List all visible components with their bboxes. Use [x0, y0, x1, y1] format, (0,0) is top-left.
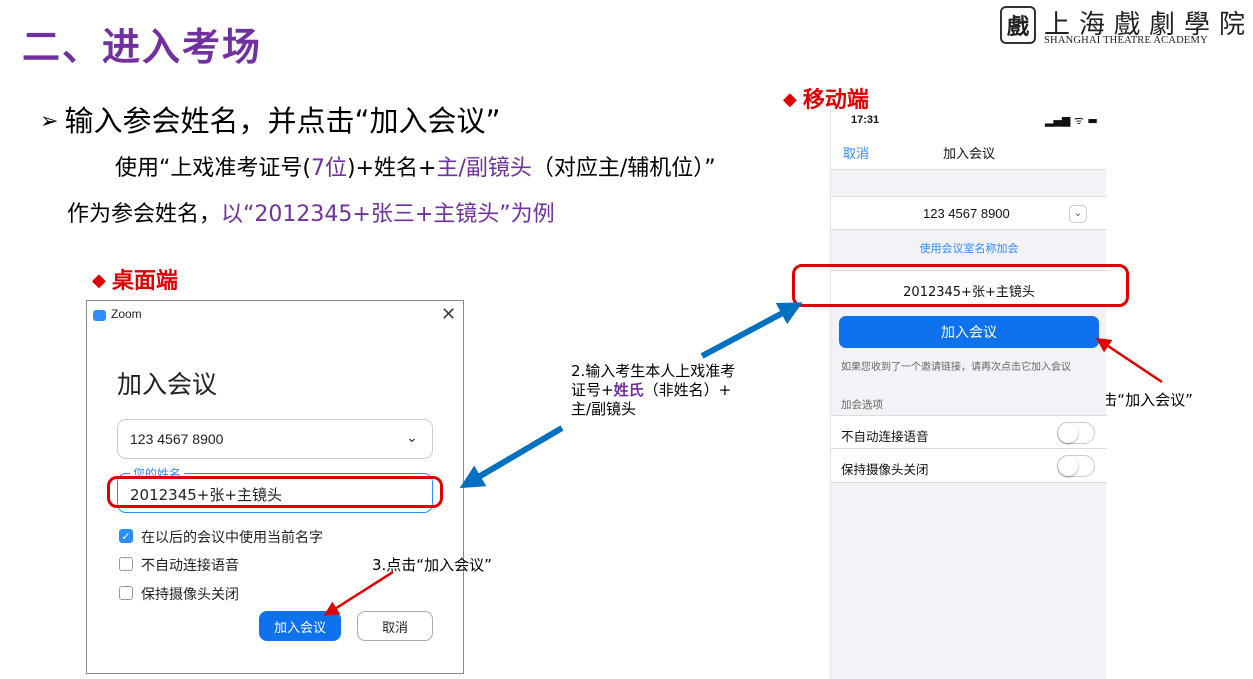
invite-hint: 如果您收到了一个邀请链接，请再次点击它加入会议 [841, 362, 1071, 373]
naming-rule-line1: 使用“上戏准考证号(7位)+姓名+主/副镜头（对应主/辅机位）” [115, 150, 716, 182]
toggle-knob [1058, 456, 1078, 476]
rule-mid: )+姓名+ [346, 156, 437, 181]
desktop-name-highlight [107, 476, 443, 508]
status-time: 17:31 [851, 114, 880, 126]
join-heading: 加入会议 [117, 370, 218, 399]
meeting-id-value: 123 4567 8900 [130, 431, 224, 447]
meeting-id-dropdown[interactable]: 123 4567 8900 ⌄ [117, 419, 433, 459]
step3-desktop-annotation: 3.点击“加入会议” [372, 556, 492, 574]
rule-role: 主/副镜头 [436, 156, 532, 181]
step2-line2b: （非姓名）+ [643, 381, 732, 399]
desktop-label: ◆ 桌面端 [92, 263, 178, 295]
join-button[interactable]: 加入会议 [839, 316, 1099, 348]
option-camera-off: 保持摄像头关闭 [831, 449, 1107, 483]
diamond-icon: ◆ [783, 89, 797, 110]
signal-wifi-battery-icon: ▂▄▆ ᯤ ▬ [1045, 114, 1098, 127]
red-arrow-mobile [1095, 337, 1163, 384]
meeting-id-field[interactable]: 123 4567 8900 ⌄ [831, 196, 1107, 230]
join-button[interactable]: 加入会议 [259, 611, 341, 641]
step2-line1: 2.输入考生本人上戏准考 [571, 362, 736, 380]
close-icon[interactable]: ✕ [441, 304, 456, 325]
logo-name-en: SHANGHAI THEATRE ACADEMY [1044, 35, 1208, 46]
chevron-down-icon[interactable]: ⌄ [406, 430, 418, 446]
mobile-name-highlight [792, 264, 1129, 307]
window-titlebar: Zoom ✕ [87, 301, 463, 329]
nav-title: 加入会议 [943, 147, 996, 162]
step2-annotation: 2.输入考生本人上戏准考 证号+姓氏（非姓名）+ 主/副镜头 [571, 362, 735, 419]
blue-arrow-to-mobile [700, 302, 803, 359]
toggle-knob [1058, 423, 1078, 443]
zoom-logo-icon [93, 310, 106, 321]
option-label: 保持摄像头关闭 [841, 462, 929, 477]
toggle-switch[interactable] [1057, 455, 1095, 477]
option-label: 不自动连接语音 [841, 429, 929, 444]
desktop-label-text: 桌面端 [111, 269, 178, 294]
rule-suffix: （对应主/辅机位）” [531, 156, 716, 181]
options-header: 加会选项 [841, 399, 883, 411]
rule2-example: 以“2012345+张三+主镜头”为例 [221, 202, 555, 227]
rule2-prefix: 作为参会姓名， [67, 202, 222, 227]
option-label: 在以后的会议中使用当前名字 [141, 530, 323, 546]
diamond-icon: ◆ [92, 270, 106, 291]
cancel-link[interactable]: 取消 [843, 143, 869, 162]
option-label: 保持摄像头关闭 [141, 587, 239, 603]
naming-rule-line2: 作为参会姓名，以“2012345+张三+主镜头”为例 [67, 196, 555, 228]
rule-digits: 7位 [310, 156, 347, 181]
app-name: Zoom [111, 307, 142, 321]
logo-seal-icon: 戲 [1000, 6, 1036, 44]
cancel-button[interactable]: 取消 [357, 611, 433, 641]
toggle-switch[interactable] [1057, 422, 1095, 444]
slide-title: 二、进入考场 [22, 25, 263, 69]
checkbox-icon[interactable] [119, 586, 133, 600]
checkbox-icon[interactable] [119, 557, 133, 571]
bullet-arrow-icon: ➢ [40, 109, 59, 134]
chevron-down-icon[interactable]: ⌄ [1069, 205, 1087, 223]
step2-line3: 主/副镜头 [571, 400, 637, 418]
zoom-mobile-screen: 17:31 ▂▄▆ ᯤ ▬ 取消 加入会议 123 4567 8900 ⌄ 使用… [830, 110, 1107, 679]
instruction-text: 输入参会姓名，并点击“加入会议” [64, 104, 501, 138]
join-by-room-link[interactable]: 使用会议室名称加会 [831, 240, 1107, 256]
option-label: 不自动连接语音 [141, 558, 239, 574]
option-no-audio: 不自动连接语音 [831, 415, 1107, 449]
instruction-bullet: ➢ 输入参会姓名，并点击“加入会议” [40, 98, 501, 140]
meeting-id-value: 123 4567 8900 [923, 206, 1010, 221]
step2-line2: 证号+姓氏（非姓名）+ [571, 381, 735, 400]
blue-arrow-to-desktop [459, 425, 564, 489]
rule-prefix: 使用“上戏准考证号( [115, 156, 311, 181]
nav-bar: 取消 加入会议 [831, 132, 1107, 170]
step2-line2a: 证号+ [571, 381, 614, 399]
step2-bold: 姓氏 [613, 381, 644, 399]
status-bar: 17:31 ▂▄▆ ᯤ ▬ [831, 110, 1107, 132]
academy-logo: 戲 上海戲劇學院 SHANGHAI THEATRE ACADEMY [1000, 6, 1245, 48]
checkbox-checked-icon[interactable]: ✓ [119, 529, 133, 543]
